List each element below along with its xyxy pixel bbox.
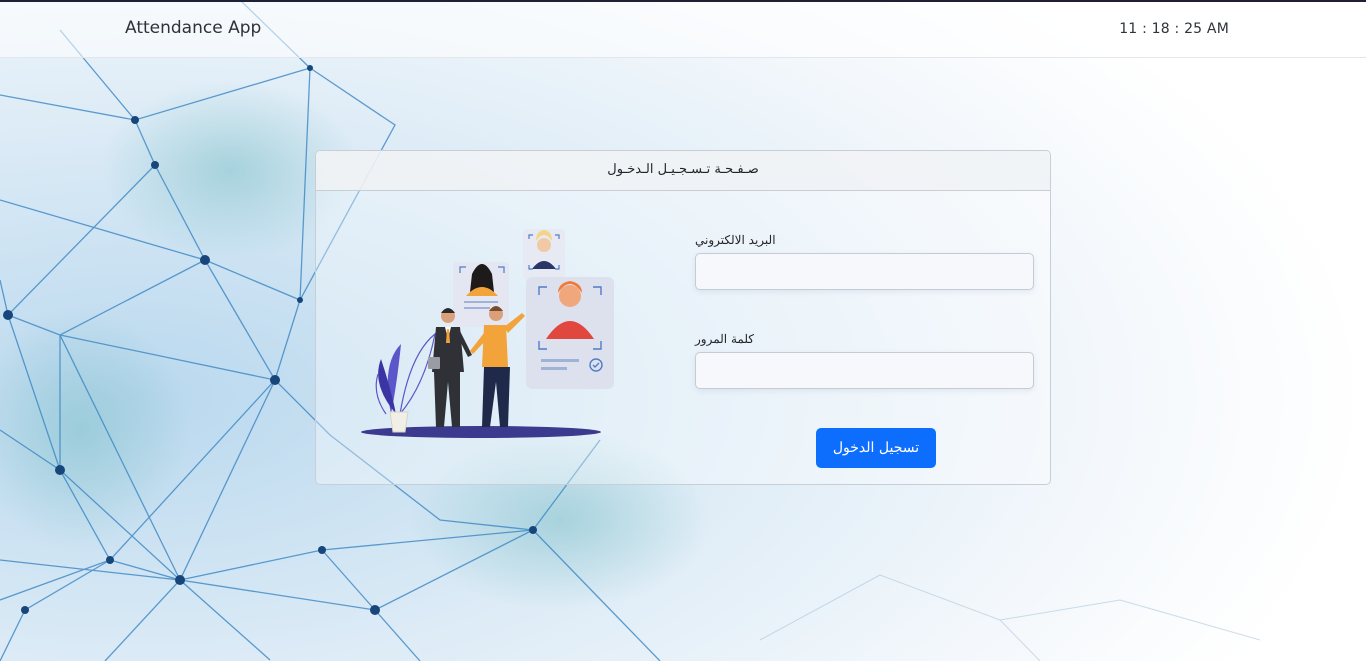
clock-display: 11 : 18 : 25 AM bbox=[1119, 21, 1229, 37]
app-brand[interactable]: Attendance App bbox=[125, 18, 261, 38]
login-card-title: صـفـحـة تـسـجـيـل الـدخـول bbox=[316, 151, 1050, 191]
email-field[interactable] bbox=[695, 253, 1034, 290]
login-card: صـفـحـة تـسـجـيـل الـدخـول البريد الالكت… bbox=[315, 150, 1051, 485]
login-button[interactable]: تسجيل الدخول bbox=[816, 428, 936, 468]
navbar: Attendance App 11 : 18 : 25 AM bbox=[0, 2, 1366, 58]
team-illustration bbox=[361, 229, 614, 438]
email-label: البريد الالكتروني bbox=[695, 233, 776, 247]
top-accent-line bbox=[0, 0, 1366, 2]
password-label: كلمة المرور bbox=[695, 332, 755, 346]
password-field[interactable] bbox=[695, 352, 1034, 389]
